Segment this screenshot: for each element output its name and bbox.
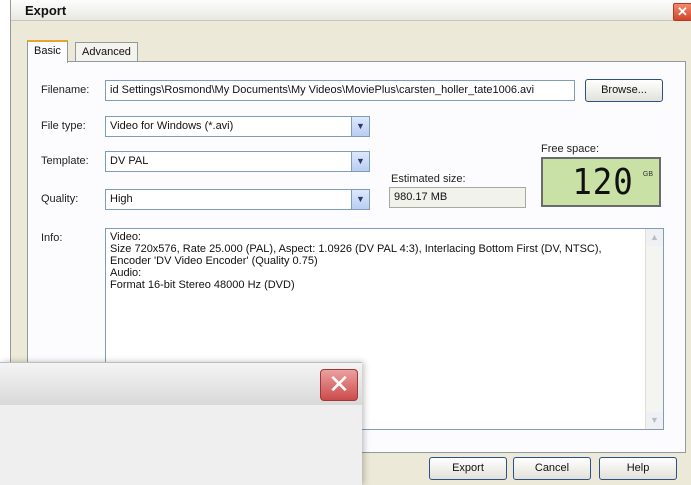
overlapping-window-body (0, 405, 362, 485)
info-line: Size 720x576, Rate 25.000 (PAL), Aspect:… (110, 243, 602, 255)
cancel-button-label: Cancel (534, 462, 570, 474)
template-label: Template: (41, 155, 89, 167)
filetype-select[interactable]: Video for Windows (*.avi) ▼ (105, 116, 370, 137)
chevron-down-icon[interactable]: ▼ (351, 152, 369, 171)
estimated-size-text: 980.17 MB (394, 191, 448, 203)
info-text: Video: Size 720x576, Rate 25.000 (PAL), … (110, 231, 643, 291)
filetype-label: File type: (41, 120, 86, 132)
estimated-size-value: 980.17 MB (389, 187, 526, 208)
template-value: DV PAL (110, 155, 149, 167)
estimated-size-label: Estimated size: (391, 173, 466, 185)
filetype-value: Video for Windows (*.avi) (110, 120, 234, 132)
scroll-up-icon[interactable]: ▲ (646, 229, 663, 246)
template-select[interactable]: DV PAL ▼ (105, 151, 370, 172)
overlapping-window-close-button[interactable]: ✕ (320, 369, 358, 401)
free-space-value: 120 (572, 162, 634, 203)
overlapping-window-titlebar[interactable]: ✕ (0, 362, 362, 406)
export-button-label: Export (452, 462, 484, 474)
filename-value: id Settings\Rosmond\My Documents\My Vide… (110, 84, 535, 96)
cancel-button[interactable]: Cancel (513, 457, 591, 480)
filename-field[interactable]: id Settings\Rosmond\My Documents\My Vide… (105, 80, 575, 101)
tab-advanced[interactable]: Advanced (75, 42, 138, 61)
info-line: Format 16-bit Stereo 48000 Hz (DVD) (110, 279, 295, 291)
free-space-display: 120 GB (541, 157, 661, 207)
filename-label: Filename: (41, 84, 90, 96)
help-button-label: Help (626, 462, 650, 474)
tab-basic-label: Basic (34, 45, 61, 57)
scroll-down-icon[interactable]: ▼ (646, 412, 663, 429)
export-button[interactable]: Export (429, 457, 507, 480)
dialog-title: Export (25, 3, 67, 18)
free-space-label: Free space: (541, 143, 600, 155)
tab-advanced-label: Advanced (82, 46, 131, 58)
quality-value: High (110, 193, 133, 205)
info-line: Audio: (110, 267, 142, 279)
help-button[interactable]: Help (599, 457, 677, 480)
close-icon: ✕ (328, 369, 350, 399)
browse-button-label: Browse... (601, 84, 647, 96)
quality-label: Quality: (41, 193, 79, 205)
title-bar[interactable]: Export ✕ (11, 0, 691, 21)
info-label: Info: (41, 232, 63, 244)
overlapping-window: ✕ (0, 362, 362, 485)
chevron-down-icon[interactable]: ▼ (351, 190, 369, 209)
chevron-down-icon[interactable]: ▼ (351, 117, 369, 136)
close-button[interactable]: ✕ (673, 3, 691, 21)
info-line: Video: (110, 231, 141, 243)
browse-button[interactable]: Browse... (585, 79, 663, 102)
info-scrollbar[interactable]: ▲ ▼ (645, 229, 663, 429)
quality-select[interactable]: High ▼ (105, 189, 370, 210)
tab-basic[interactable]: Basic (27, 40, 68, 63)
free-space-unit: GB (642, 171, 653, 178)
info-line: Encoder 'DV Video Encoder' (Quality 0.75… (110, 255, 318, 267)
close-icon: ✕ (677, 4, 688, 19)
